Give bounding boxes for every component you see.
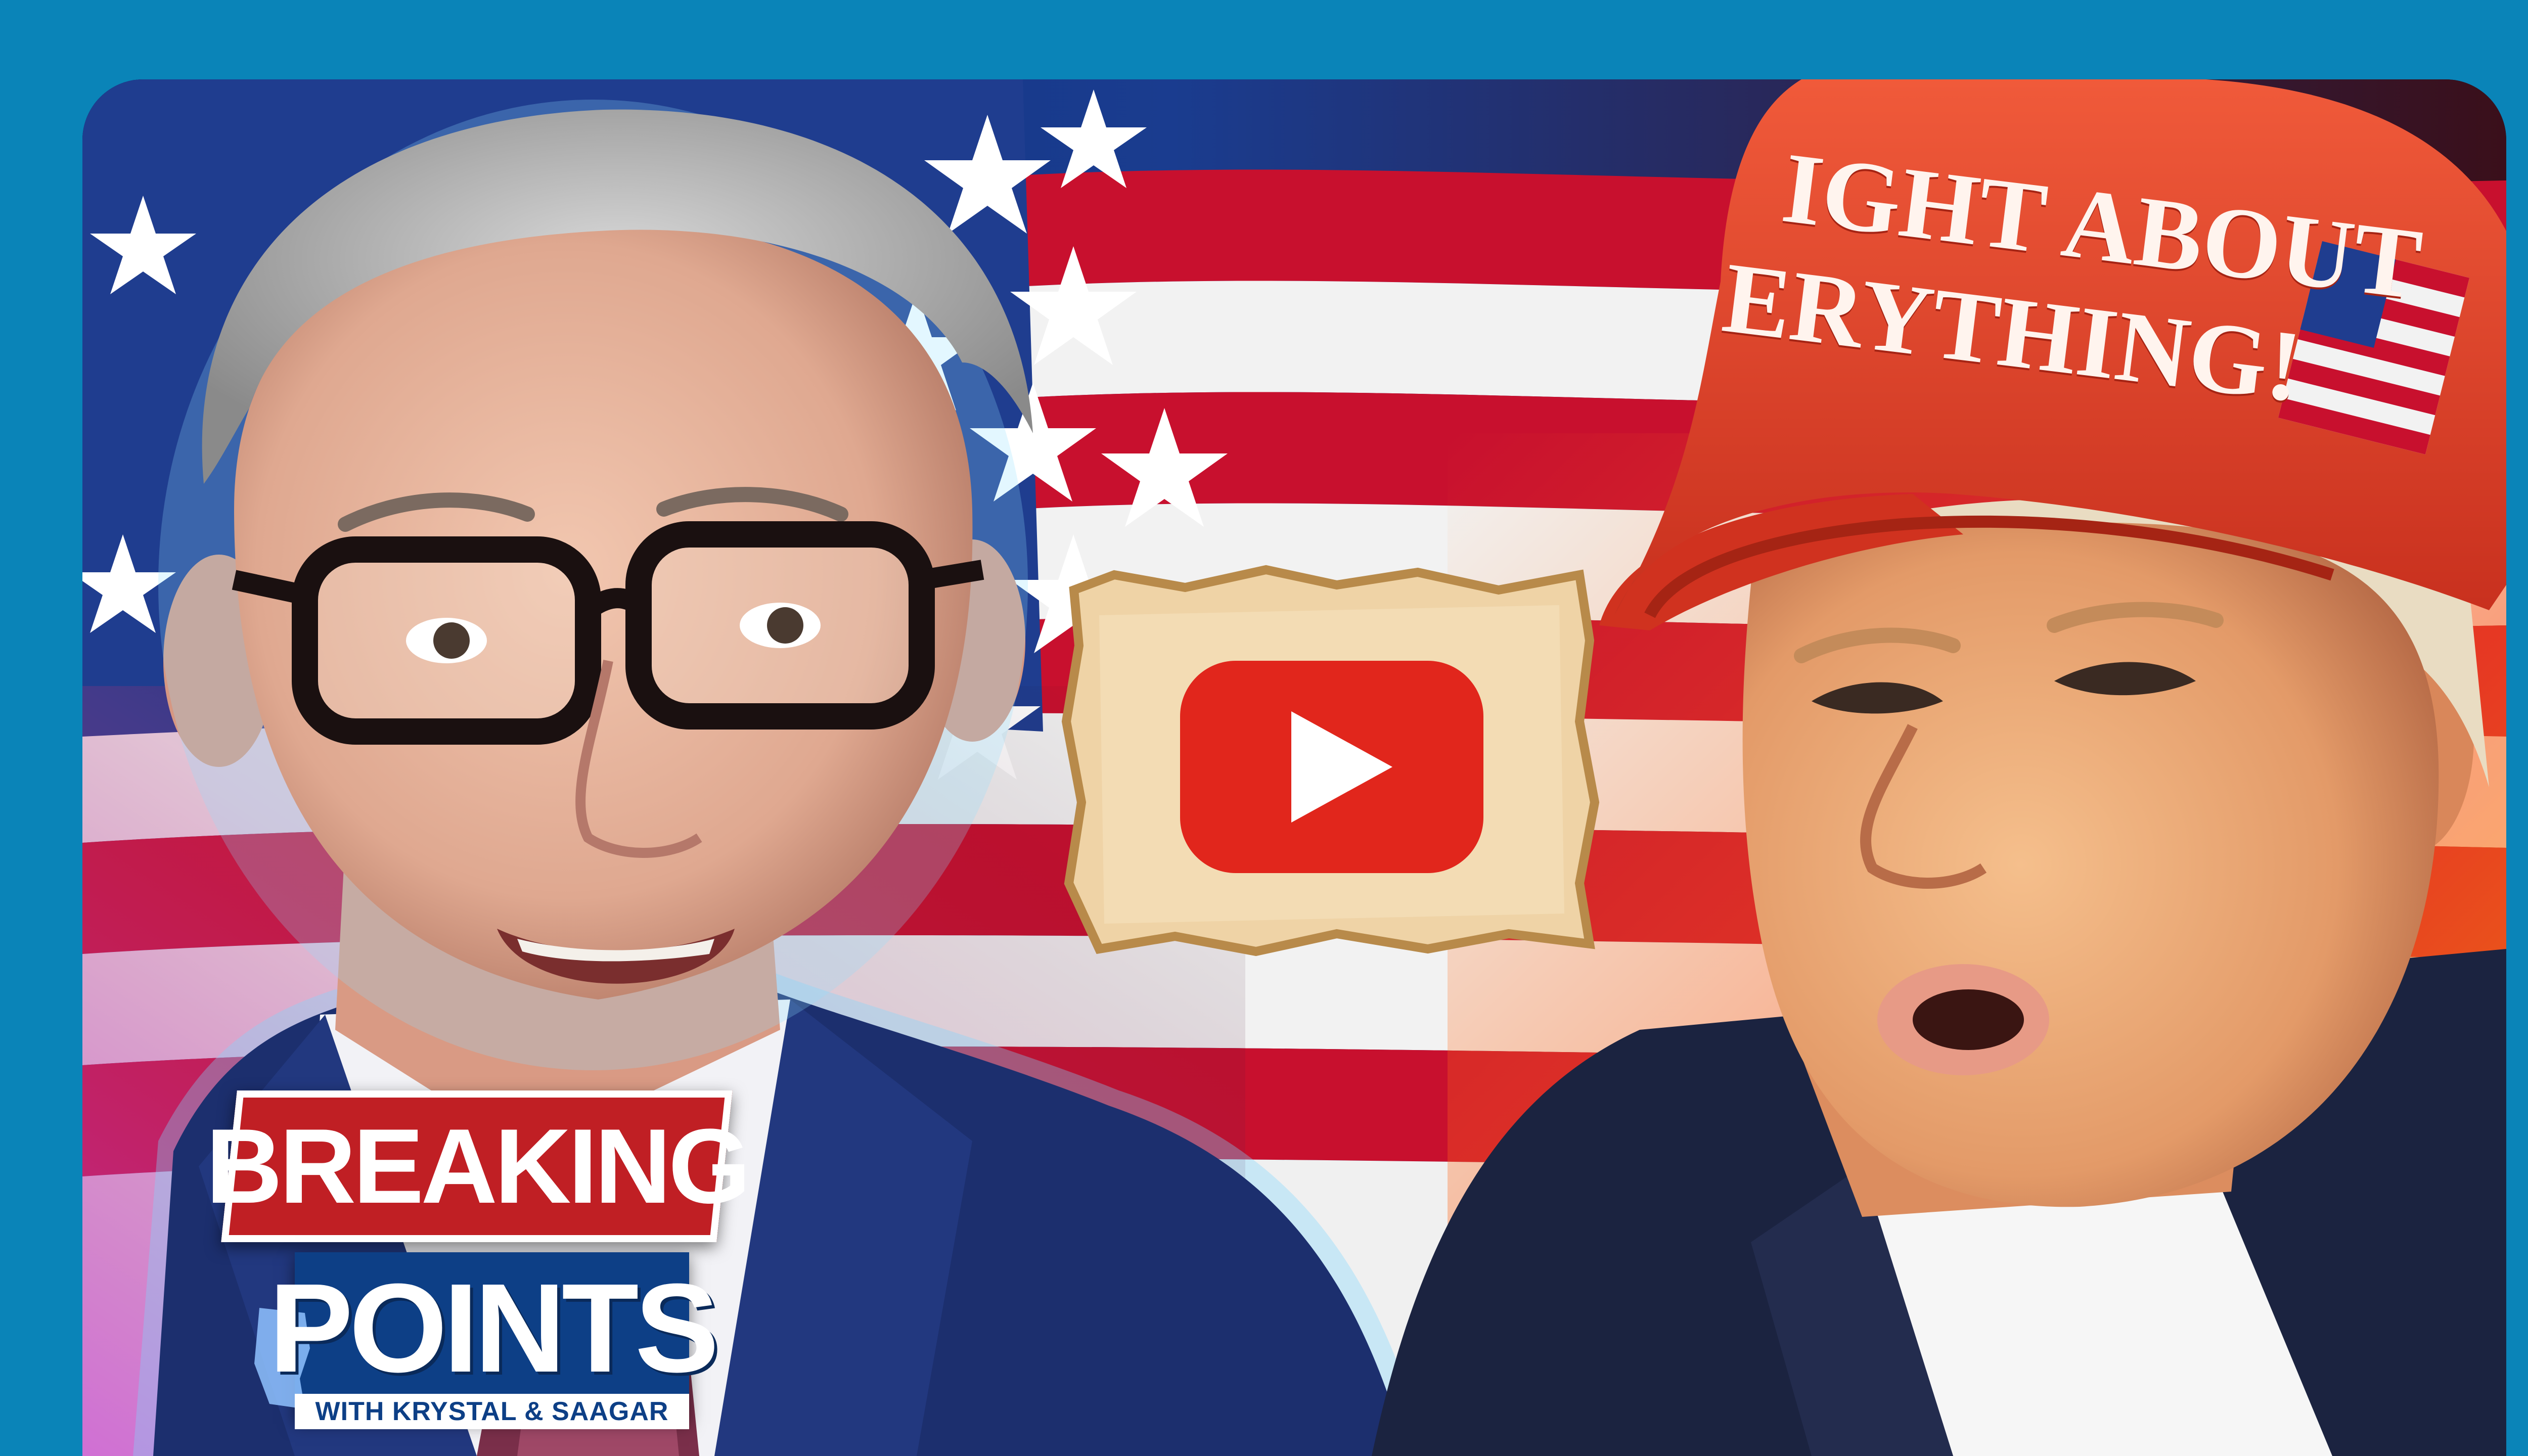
logo-points-text: POINTS [268, 1257, 719, 1398]
youtube-play-icon [1061, 565, 1600, 957]
logo-breaking-box: BREAKING [206, 1090, 748, 1242]
breaking-points-logo: BREAKING POINTS WITH KRYSTAL & SAAGAR [168, 1090, 750, 1456]
youtube-play-button[interactable] [1054, 560, 1606, 964]
logo-tagline: WITH KRYSTAL & SAAGAR [295, 1394, 689, 1429]
logo-breaking-text: BREAKING [205, 1107, 748, 1225]
video-thumbnail[interactable]: IGHT ABOUT ERYTHING! BREAKING POINTS WIT… [82, 79, 2506, 1456]
thumbnail-frame: IGHT ABOUT ERYTHING! BREAKING POINTS WIT… [0, 0, 2528, 1456]
